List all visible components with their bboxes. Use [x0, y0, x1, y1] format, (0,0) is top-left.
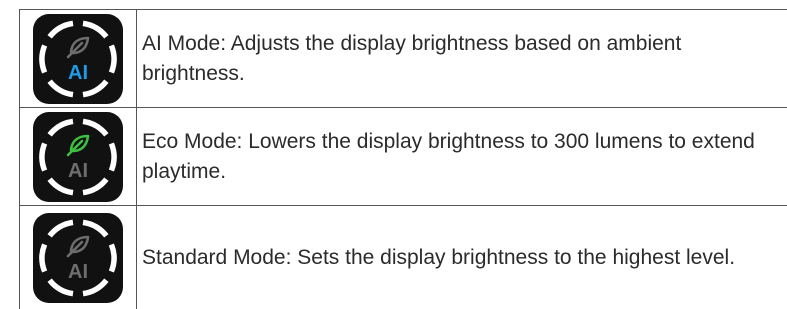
standard-mode-icon: AI: [32, 212, 124, 304]
icon-background: [33, 13, 123, 104]
ring-segment: [39, 242, 48, 273]
mode-description: AI Mode: Adjusts the display brightness …: [136, 9, 787, 108]
ring-segment: [39, 141, 48, 172]
ai-badge-text: AI: [68, 160, 88, 182]
table-row: AI Standard Mode: Sets the display brigh…: [19, 205, 787, 309]
ring-segment: [108, 43, 117, 74]
icon-cell: AI: [19, 9, 137, 108]
mode-description: Standard Mode: Sets the display brightne…: [136, 205, 787, 309]
ring-segment: [108, 242, 117, 273]
mode-description: Eco Mode: Lowers the display brightness …: [136, 107, 787, 206]
mode-icon-svg: AI: [33, 212, 123, 303]
ai-badge-text: AI: [68, 261, 88, 283]
ai-mode-icon: AI: [32, 13, 124, 105]
icon-background: [33, 111, 123, 202]
icon-cell: AI: [19, 205, 137, 309]
ai-badge-text: AI: [68, 62, 88, 84]
icon-cell: AI: [19, 107, 137, 206]
brightness-mode-table: AI AI Mode: Adjusts the display brightne…: [19, 9, 787, 309]
ring-segment: [108, 141, 117, 172]
mode-icon-svg: AI: [33, 111, 123, 202]
table-row: AI Eco Mode: Lowers the display brightne…: [19, 107, 787, 206]
table-row: AI AI Mode: Adjusts the display brightne…: [19, 9, 787, 108]
icon-background: [33, 212, 123, 303]
mode-icon-svg: AI: [33, 13, 123, 104]
ring-segment: [39, 43, 48, 74]
eco-mode-icon: AI: [32, 111, 124, 203]
